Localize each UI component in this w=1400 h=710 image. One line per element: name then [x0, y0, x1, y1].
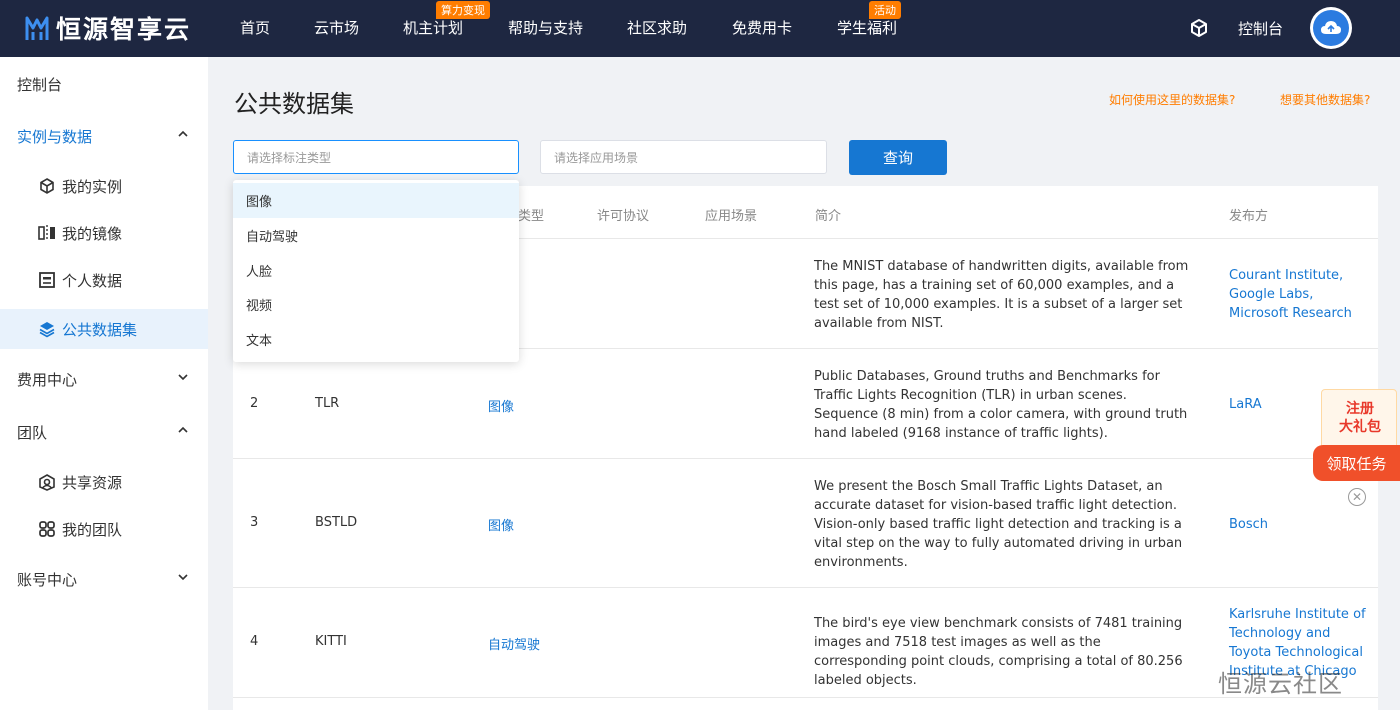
sidebar-group-team[interactable]: 团队 — [0, 412, 208, 452]
table-divider — [233, 697, 1378, 698]
avatar[interactable] — [1310, 7, 1352, 49]
label-type-dropdown: 图像 自动驾驶 人脸 视频 文本 — [233, 180, 519, 362]
nav-student[interactable]: 学生福利 — [837, 17, 897, 38]
row2-type[interactable]: 图像 — [488, 396, 514, 415]
sidebar-item-label: 账号中心 — [17, 570, 78, 589]
sidebar-item-label: 费用中心 — [17, 370, 78, 389]
sidebar-item-label: 我的团队 — [62, 520, 123, 539]
page-title: 公共数据集 — [234, 90, 354, 118]
sidebar-item-public-datasets[interactable]: 公共数据集 — [0, 309, 208, 349]
sidebar-item-label: 公共数据集 — [62, 320, 138, 339]
nav-help-support[interactable]: 帮助与支持 — [508, 17, 583, 38]
student-badge: 活动 — [869, 1, 901, 19]
sidebar-item-label: 团队 — [17, 423, 48, 442]
sidebar-item-shared-resources[interactable]: 共享资源 — [0, 462, 208, 502]
sidebar-item-console[interactable]: 控制台 — [0, 64, 208, 104]
dropdown-option-face[interactable]: 人脸 — [233, 253, 519, 288]
query-button[interactable]: 查询 — [849, 140, 947, 175]
promo-line-1: 注册 — [1346, 401, 1374, 417]
sidebar-group-instances-data[interactable]: 实例与数据 — [0, 116, 208, 156]
chevron-down-icon — [178, 574, 188, 581]
row3-description: We present the Bosch Small Traffic Light… — [814, 479, 1183, 570]
row2-index: 2 — [250, 396, 259, 411]
request-dataset-link[interactable]: 想要其他数据集? — [1280, 91, 1370, 108]
nav-host-plan[interactable]: 机主计划 — [403, 17, 463, 38]
nav-console[interactable]: 控制台 — [1238, 18, 1283, 39]
signup-gift-widget[interactable]: 注册 大礼包 领取任务 — [1313, 389, 1400, 481]
dropdown-option-autonomous-driving[interactable]: 自动驾驶 — [233, 218, 519, 253]
sidebar-item-my-team[interactable]: 我的团队 — [0, 509, 208, 549]
nav-free-card[interactable]: 免费用卡 — [732, 17, 792, 38]
cube-icon[interactable] — [1188, 17, 1210, 39]
layers-icon — [38, 320, 56, 338]
column-header-license: 许可协议 — [597, 209, 650, 224]
sidebar-group-account[interactable]: 账号中心 — [0, 559, 208, 599]
how-to-use-link[interactable]: 如何使用这里的数据集? — [1109, 91, 1235, 108]
nav-community[interactable]: 社区求助 — [627, 17, 687, 38]
sidebar-item-label: 我的实例 — [62, 177, 123, 196]
logo-icon — [25, 16, 49, 40]
dropdown-option-image[interactable]: 图像 — [233, 183, 519, 218]
nav-home[interactable]: 首页 — [240, 17, 270, 38]
sidebar-item-label: 我的镜像 — [62, 224, 123, 243]
column-header-publisher: 发布方 — [1229, 209, 1269, 224]
row3-publisher[interactable]: Bosch — [1229, 515, 1369, 534]
sidebar-item-my-images[interactable]: 我的镜像 — [0, 213, 208, 253]
sidebar-item-label: 个人数据 — [62, 271, 123, 290]
column-header-type: 类型 — [518, 209, 545, 224]
top-navbar: 恒源智享云 首页 云市场 机主计划 算力变现 帮助与支持 社区求助 免费用卡 学… — [0, 0, 1400, 57]
row4-index: 4 — [250, 634, 259, 649]
cloud-icon — [1321, 21, 1341, 34]
claim-task-button[interactable]: 领取任务 — [1313, 445, 1400, 481]
brand-logo[interactable]: 恒源智享云 — [24, 10, 191, 46]
table-divider — [233, 587, 1378, 588]
sidebar-item-label: 控制台 — [17, 75, 63, 94]
host-plan-badge: 算力变现 — [436, 1, 490, 19]
nav-market[interactable]: 云市场 — [314, 17, 359, 38]
row4-name: KITTI — [315, 634, 347, 649]
chevron-up-icon — [178, 130, 188, 137]
table-divider — [233, 458, 1378, 459]
label-type-select[interactable]: 请选择标注类型 — [233, 140, 519, 174]
watermark: 恒源云社区 — [1218, 670, 1343, 698]
chevron-down-icon — [178, 374, 188, 381]
sidebar-item-personal-data[interactable]: 个人数据 — [0, 260, 208, 300]
row3-index: 3 — [250, 515, 259, 530]
promo-line-2: 大礼包 — [1339, 419, 1381, 435]
gift-box: 注册 大礼包 — [1321, 389, 1397, 447]
row3-name: BSTLD — [315, 515, 358, 530]
row4-description: The bird's eye view benchmark consists o… — [814, 616, 1183, 688]
sidebar: 控制台 实例与数据 我的实例 我的镜像 个人数据 公共数据集 费用中心 团队 共… — [0, 57, 208, 710]
chevron-up-icon — [178, 426, 188, 433]
sidebar-group-billing[interactable]: 费用中心 — [0, 359, 208, 399]
cube-icon — [38, 177, 56, 195]
row3-type[interactable]: 图像 — [488, 515, 514, 534]
dropdown-option-video[interactable]: 视频 — [233, 287, 519, 322]
sidebar-item-label: 实例与数据 — [17, 127, 93, 146]
row1-publisher[interactable]: Courant Institute, Google Labs, Microsof… — [1229, 266, 1369, 323]
sidebar-item-label: 共享资源 — [62, 473, 123, 492]
team-icon — [38, 520, 56, 538]
row1-description: The MNIST database of handwritten digits… — [814, 259, 1189, 331]
mirror-icon — [38, 224, 56, 242]
column-header-intro: 简介 — [815, 209, 842, 224]
row4-type[interactable]: 自动驾驶 — [488, 634, 540, 653]
dropdown-option-text[interactable]: 文本 — [233, 322, 519, 357]
column-header-scenario: 应用场景 — [705, 209, 758, 224]
brand-name: 恒源智享云 — [56, 15, 192, 44]
close-icon[interactable]: ✕ — [1348, 488, 1366, 506]
sidebar-item-my-instances[interactable]: 我的实例 — [0, 166, 208, 206]
row2-description: Public Databases, Ground truths and Benc… — [814, 369, 1188, 441]
share-icon — [38, 473, 56, 491]
row2-name: TLR — [315, 396, 340, 411]
scenario-select[interactable]: 请选择应用场景 — [540, 140, 827, 174]
data-card-icon — [38, 271, 56, 289]
